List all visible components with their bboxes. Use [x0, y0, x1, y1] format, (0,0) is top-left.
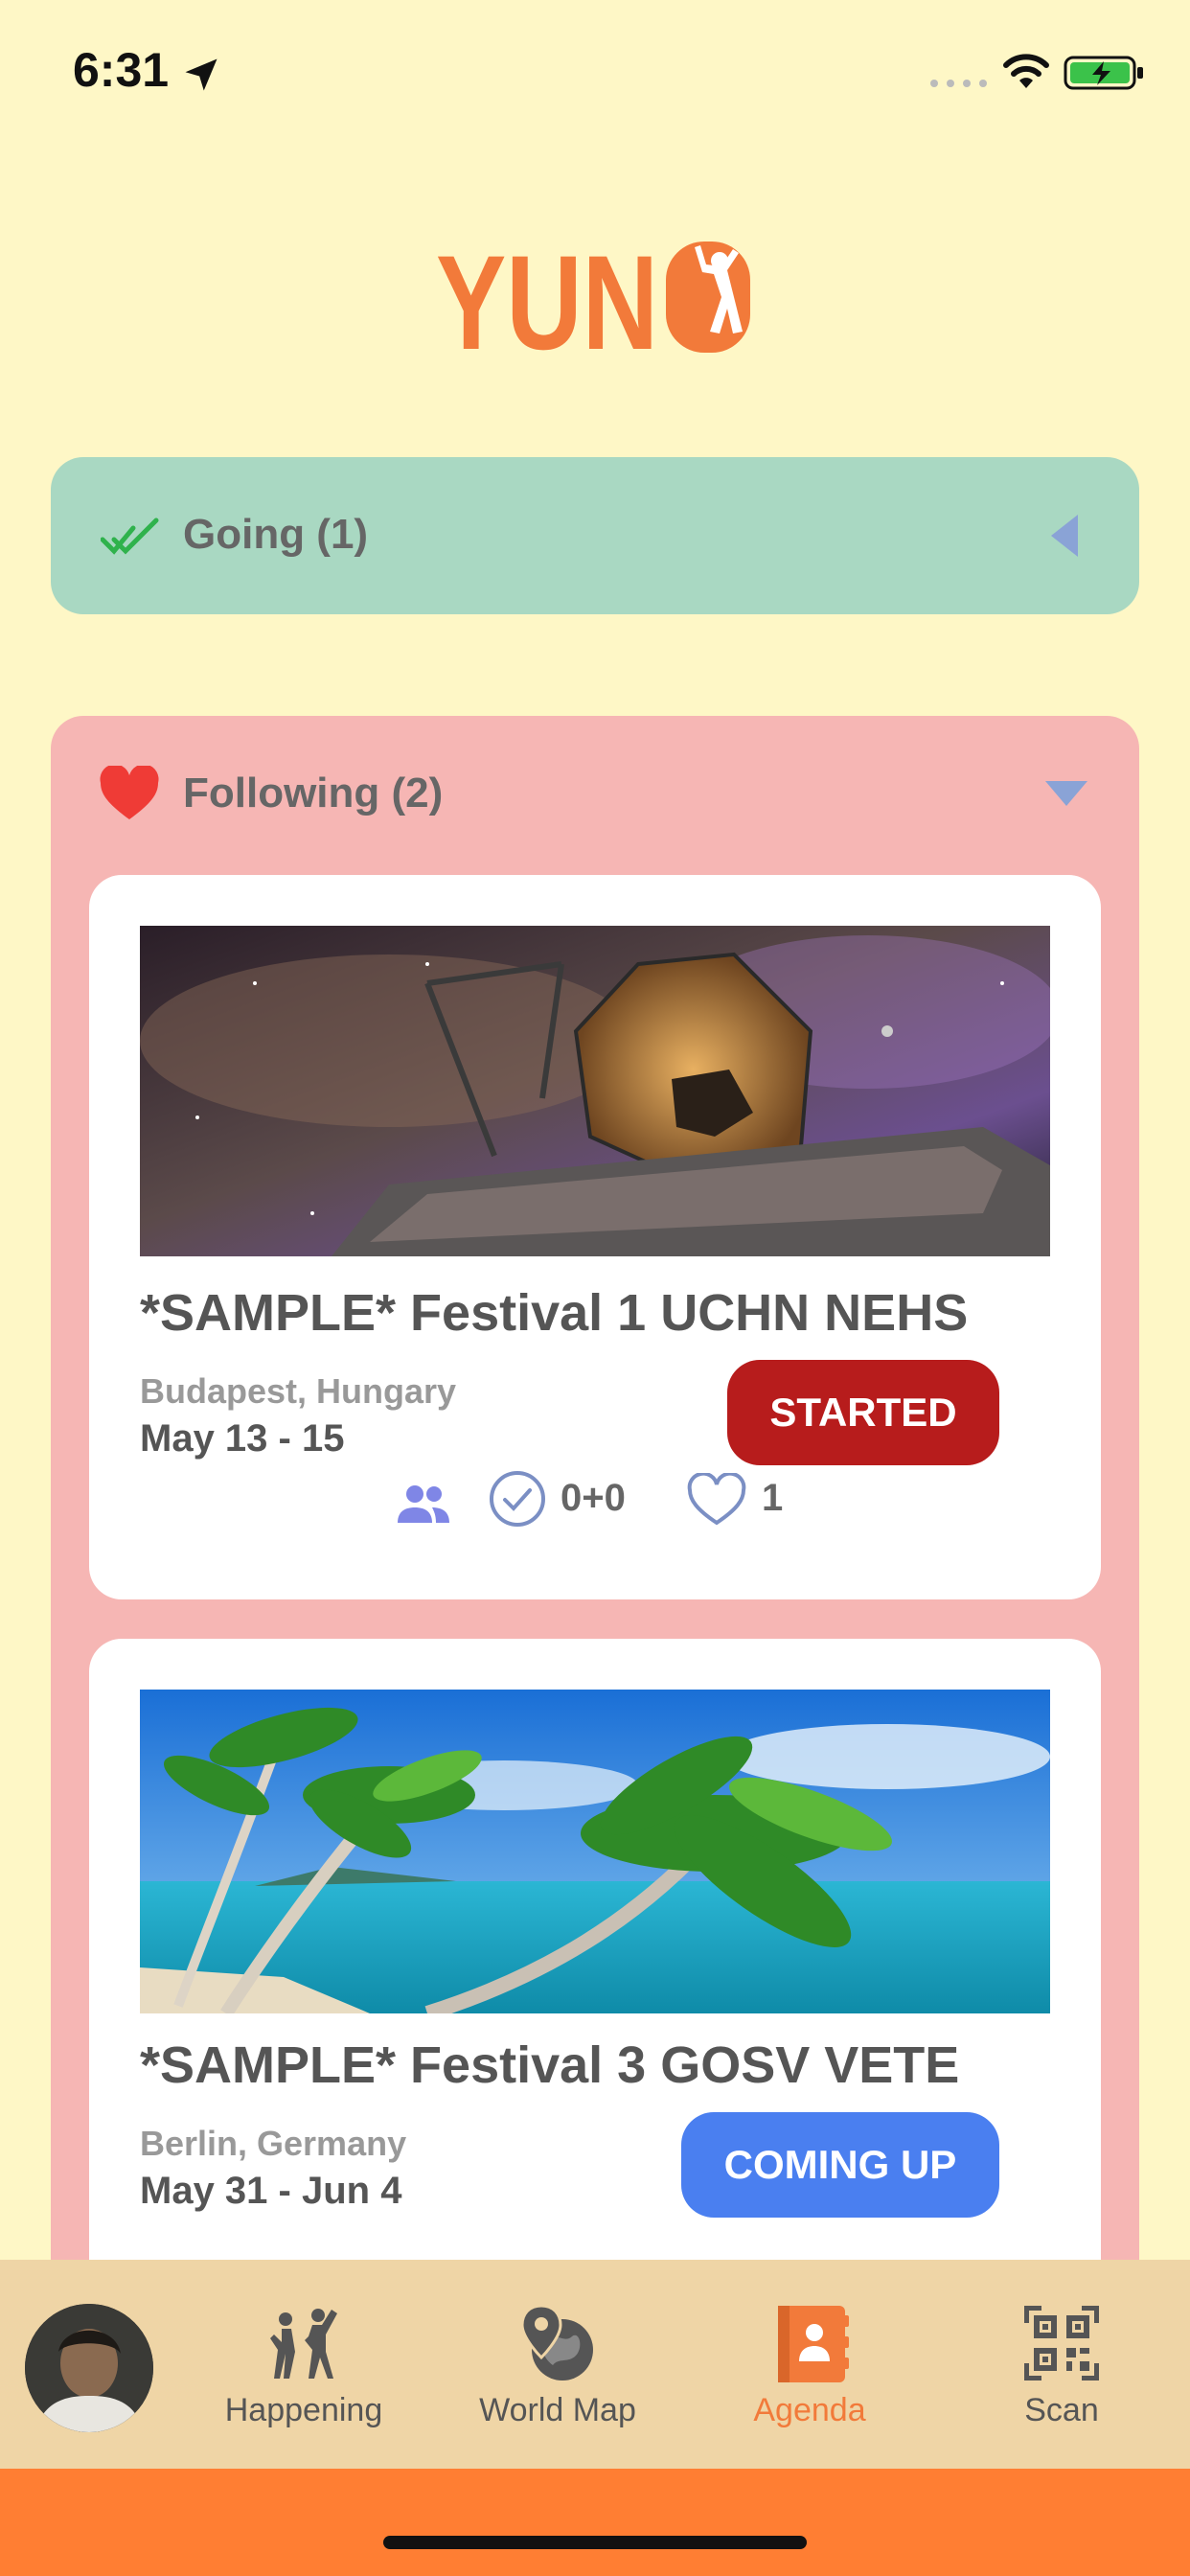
status-bar: 6:31: [0, 0, 1190, 144]
status-time: 6:31: [73, 43, 170, 97]
event-location: Budapest, Hungary: [140, 1371, 457, 1411]
people-icon[interactable]: [394, 1483, 451, 1527]
tropical-beach-image: [140, 1690, 1050, 2013]
home-indicator[interactable]: [383, 2536, 807, 2549]
tab-scan[interactable]: Scan: [956, 2302, 1167, 2446]
yuno-logo: YUN: [436, 238, 750, 356]
location-arrow-icon: [185, 58, 217, 91]
globe-pin-icon: [520, 2304, 593, 2380]
tab-label: Happening: [224, 2392, 383, 2428]
tab-happening[interactable]: Happening: [198, 2302, 409, 2446]
tab-label: World Map: [479, 2392, 636, 2428]
heart-icon: [100, 766, 159, 819]
event-title: *SAMPLE* Festival 3 GOSV VETE: [140, 2036, 960, 2094]
tab-agenda[interactable]: Agenda: [704, 2302, 915, 2446]
qr-code-icon: [1024, 2306, 1099, 2380]
heart-outline-icon[interactable]: [687, 1473, 746, 1527]
signal-dots-icon: [930, 80, 987, 87]
event-title: *SAMPLE* Festival 1 UCHN NEHS: [140, 1284, 969, 1342]
agenda-book-icon: [778, 2306, 849, 2382]
double-check-icon: [101, 518, 159, 555]
going-section-header[interactable]: Going (1): [51, 457, 1139, 614]
dancing-people-icon: [270, 2309, 337, 2379]
svg-text:YUN: YUN: [436, 238, 658, 356]
event-status-button[interactable]: COMING UP: [681, 2112, 999, 2218]
event-stats: 0+0 1: [89, 1467, 1101, 1544]
event-status-button[interactable]: STARTED: [727, 1360, 999, 1465]
event-card[interactable]: *SAMPLE* Festival 3 GOSV VETE Berlin, Ge…: [89, 1639, 1101, 2329]
wifi-icon: [1003, 54, 1049, 88]
caret-down-icon[interactable]: [1043, 779, 1089, 808]
battery-charging-icon: [1064, 56, 1143, 90]
avatar[interactable]: [25, 2304, 153, 2432]
tab-bar: Happening World Map Agenda Scan: [0, 2260, 1190, 2469]
following-section: Following (2) *SAMPLE* Festival 1 UCHN N…: [51, 716, 1139, 2364]
event-card[interactable]: *SAMPLE* Festival 1 UCHN NEHS Budapest, …: [89, 875, 1101, 1599]
check-count: 0+0: [561, 1477, 626, 1519]
check-circle-icon[interactable]: [488, 1469, 547, 1529]
space-telescope-image: [140, 926, 1050, 1256]
event-dates: May 31 - Jun 4: [140, 2170, 402, 2212]
caret-left-icon[interactable]: [1047, 513, 1082, 559]
tab-label: Scan: [1024, 2392, 1099, 2428]
tab-label: Agenda: [753, 2392, 866, 2428]
tab-world-map[interactable]: World Map: [452, 2302, 663, 2446]
going-label: Going (1): [183, 511, 369, 558]
bottom-strip: [0, 2469, 1190, 2576]
following-label: Following (2): [183, 770, 444, 816]
event-location: Berlin, Germany: [140, 2124, 407, 2163]
like-count: 1: [762, 1477, 784, 1519]
event-dates: May 13 - 15: [140, 1417, 345, 1460]
